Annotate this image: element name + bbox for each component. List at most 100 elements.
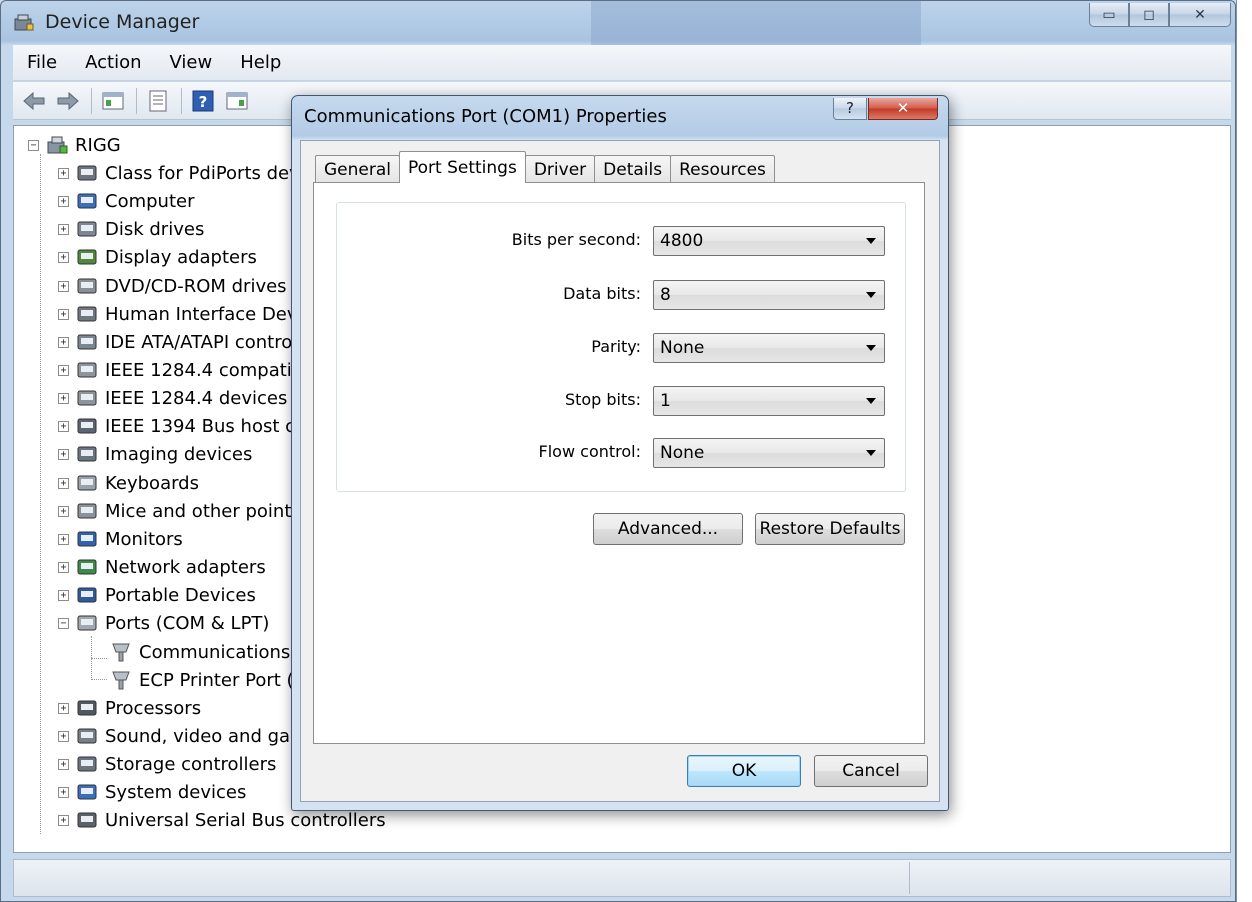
- tab-driver[interactable]: Driver: [524, 155, 596, 183]
- tree-item[interactable]: + System devices: [58, 778, 246, 806]
- tree-item[interactable]: + IEEE 1284.4 compatibl: [58, 356, 308, 384]
- tree-child-item[interactable]: Communications: [109, 638, 290, 666]
- printer-icon: [77, 362, 97, 378]
- tree-child-item[interactable]: ECP Printer Port (L: [109, 666, 304, 694]
- tree-item[interactable]: − Ports (COM & LPT): [58, 609, 269, 637]
- collapse-icon[interactable]: −: [28, 139, 39, 151]
- menu-action[interactable]: Action: [71, 52, 155, 73]
- tab-port-settings[interactable]: Port Settings: [399, 151, 526, 183]
- expand-icon[interactable]: +: [58, 195, 69, 207]
- tree-item[interactable]: + IDE ATA/ATAPI contro: [58, 328, 292, 356]
- action-pane-button[interactable]: [224, 88, 250, 114]
- close-icon: ✕: [896, 99, 910, 117]
- expand-icon[interactable]: +: [58, 167, 69, 179]
- cancel-button[interactable]: Cancel: [814, 755, 928, 787]
- forward-button[interactable]: [55, 88, 81, 114]
- device-class-icon: [77, 165, 97, 181]
- chevron-down-icon: [866, 238, 876, 244]
- expand-icon[interactable]: +: [58, 758, 69, 770]
- camera-icon: [77, 446, 97, 462]
- properties-button[interactable]: [145, 88, 171, 114]
- tree-root[interactable]: − RIGG: [28, 131, 121, 159]
- expand-icon[interactable]: +: [58, 280, 69, 292]
- tree-item[interactable]: + Sound, video and gan: [58, 722, 301, 750]
- expand-icon[interactable]: +: [58, 448, 69, 460]
- tree-item[interactable]: + Portable Devices: [58, 581, 256, 609]
- tree-item[interactable]: + Processors: [58, 694, 201, 722]
- caption-buttons: ▭ ◻ ✕: [1089, 3, 1231, 27]
- parity-select[interactable]: None: [653, 333, 885, 363]
- bits-per-second-select[interactable]: 4800: [653, 226, 885, 256]
- tree-item[interactable]: + Disk drives: [58, 215, 204, 243]
- stop-bits-label: Stop bits:: [564, 390, 641, 409]
- network-icon: [77, 559, 97, 575]
- expand-icon[interactable]: +: [58, 251, 69, 263]
- tree-item[interactable]: + Mice and other pointi: [58, 497, 296, 525]
- disk-drive-icon: [77, 221, 97, 237]
- sound-icon: [77, 728, 97, 744]
- tab-resources[interactable]: Resources: [670, 155, 775, 183]
- close-button[interactable]: ✕: [1169, 3, 1231, 27]
- tree-item[interactable]: + Network adapters: [58, 553, 266, 581]
- tree-item-label: Computer: [105, 190, 195, 212]
- com-port-properties-dialog: Communications Port (COM1) Properties ? …: [291, 95, 949, 811]
- tree-item[interactable]: + DVD/CD-ROM drives: [58, 272, 287, 300]
- advanced-button[interactable]: Advanced...: [593, 513, 743, 545]
- ok-button[interactable]: OK: [687, 755, 801, 787]
- expand-icon[interactable]: +: [58, 814, 69, 826]
- tree-item[interactable]: + Monitors: [58, 525, 183, 553]
- flow-control-value: None: [660, 443, 705, 463]
- tab-details[interactable]: Details: [594, 155, 672, 183]
- tree-item-label: Network adapters: [105, 556, 266, 578]
- tree-item[interactable]: + Storage controllers: [58, 750, 276, 778]
- expand-icon[interactable]: +: [58, 223, 69, 235]
- tree-item[interactable]: + Display adapters: [58, 243, 257, 271]
- dialog-close-button[interactable]: ✕: [868, 98, 938, 120]
- toolbar-separator: [181, 87, 182, 114]
- restore-defaults-button[interactable]: Restore Defaults: [755, 513, 905, 545]
- back-button[interactable]: [21, 88, 47, 114]
- expand-icon[interactable]: +: [58, 533, 69, 545]
- collapse-icon[interactable]: −: [58, 617, 69, 629]
- flow-control-select[interactable]: None: [653, 438, 885, 468]
- expand-icon[interactable]: +: [58, 702, 69, 714]
- tree-item[interactable]: + Human Interface Devi: [58, 300, 303, 328]
- expand-icon[interactable]: +: [58, 308, 69, 320]
- expand-icon[interactable]: +: [58, 505, 69, 517]
- expand-icon[interactable]: +: [58, 786, 69, 798]
- keyboard-icon: [77, 475, 97, 491]
- tree-item-label: Universal Serial Bus controllers: [105, 809, 386, 831]
- port-icon: [112, 671, 130, 690]
- expand-icon[interactable]: +: [58, 589, 69, 601]
- tree-item[interactable]: + Computer: [58, 187, 194, 215]
- stop-bits-select[interactable]: 1: [653, 386, 885, 416]
- help-button[interactable]: ?: [190, 88, 216, 114]
- tree-item-label: Storage controllers: [105, 753, 277, 775]
- minimize-button[interactable]: ▭: [1089, 3, 1129, 27]
- expand-icon[interactable]: +: [58, 364, 69, 376]
- tree-item[interactable]: + Class for PdiPorts dev: [58, 159, 300, 187]
- menu-help[interactable]: Help: [226, 52, 295, 73]
- tree-item[interactable]: + IEEE 1394 Bus host co: [58, 412, 306, 440]
- tree-child-label: Communications: [139, 641, 291, 663]
- maximize-button[interactable]: ◻: [1129, 3, 1169, 27]
- parity-value: None: [660, 338, 705, 358]
- menu-view[interactable]: View: [156, 52, 227, 73]
- tree-item[interactable]: + Imaging devices: [58, 440, 252, 468]
- expand-icon[interactable]: +: [58, 420, 69, 432]
- dialog-help-button[interactable]: ?: [833, 98, 867, 120]
- tree-item[interactable]: + Keyboards: [58, 469, 199, 497]
- expand-icon[interactable]: +: [58, 392, 69, 404]
- expand-icon[interactable]: +: [58, 561, 69, 573]
- tab-general[interactable]: General: [315, 155, 400, 183]
- expand-icon[interactable]: +: [58, 336, 69, 348]
- expand-icon[interactable]: +: [58, 477, 69, 489]
- tree-item[interactable]: + IEEE 1284.4 devices: [58, 384, 287, 412]
- tree-item-label: Sound, video and gan: [105, 725, 302, 747]
- menu-file[interactable]: File: [13, 52, 71, 73]
- expand-icon[interactable]: +: [58, 730, 69, 742]
- data-bits-select[interactable]: 8: [653, 280, 885, 310]
- data-bits-label: Data bits:: [563, 284, 641, 303]
- chevron-down-icon: [866, 398, 876, 404]
- show-hide-tree-button[interactable]: [100, 88, 126, 114]
